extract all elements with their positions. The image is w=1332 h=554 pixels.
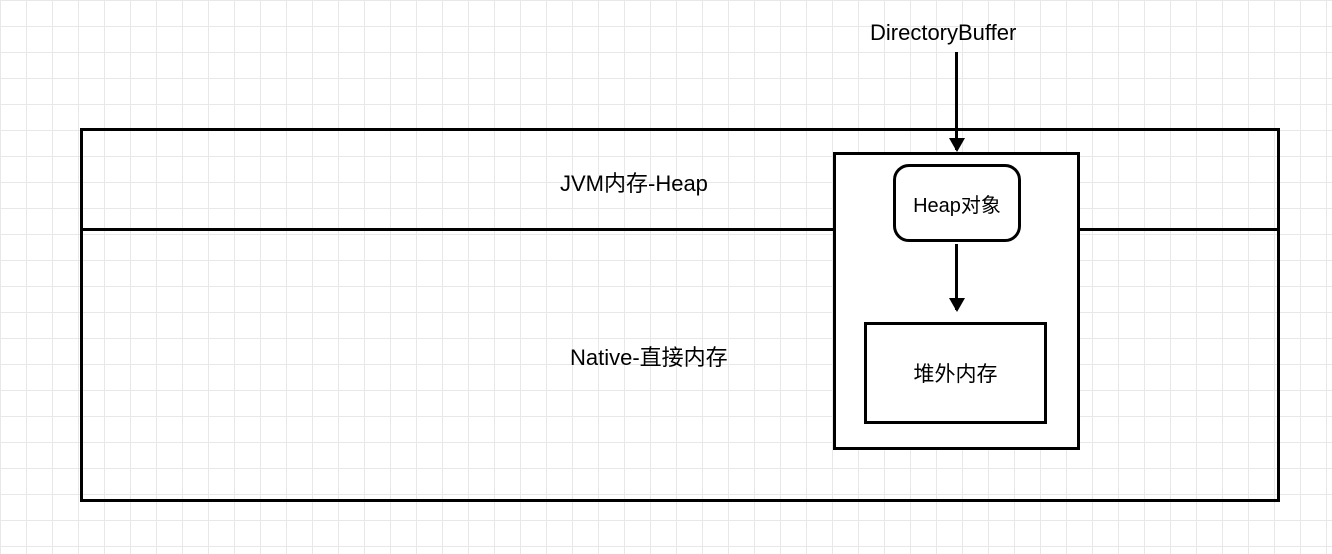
off-heap-memory-box: 堆外内存 <box>864 322 1047 424</box>
off-heap-memory-text: 堆外内存 <box>914 358 998 388</box>
jvm-native-divider <box>80 228 1280 231</box>
arrow-to-off-heap <box>955 244 958 310</box>
native-memory-label: Native-直接内存 <box>570 340 728 372</box>
heap-object-text: Heap对象 <box>913 189 1001 218</box>
jvm-heap-label: JVM内存-Heap <box>560 166 708 198</box>
heap-object-box: Heap对象 <box>893 164 1021 242</box>
directory-buffer-label: DirectoryBuffer <box>870 20 1016 46</box>
